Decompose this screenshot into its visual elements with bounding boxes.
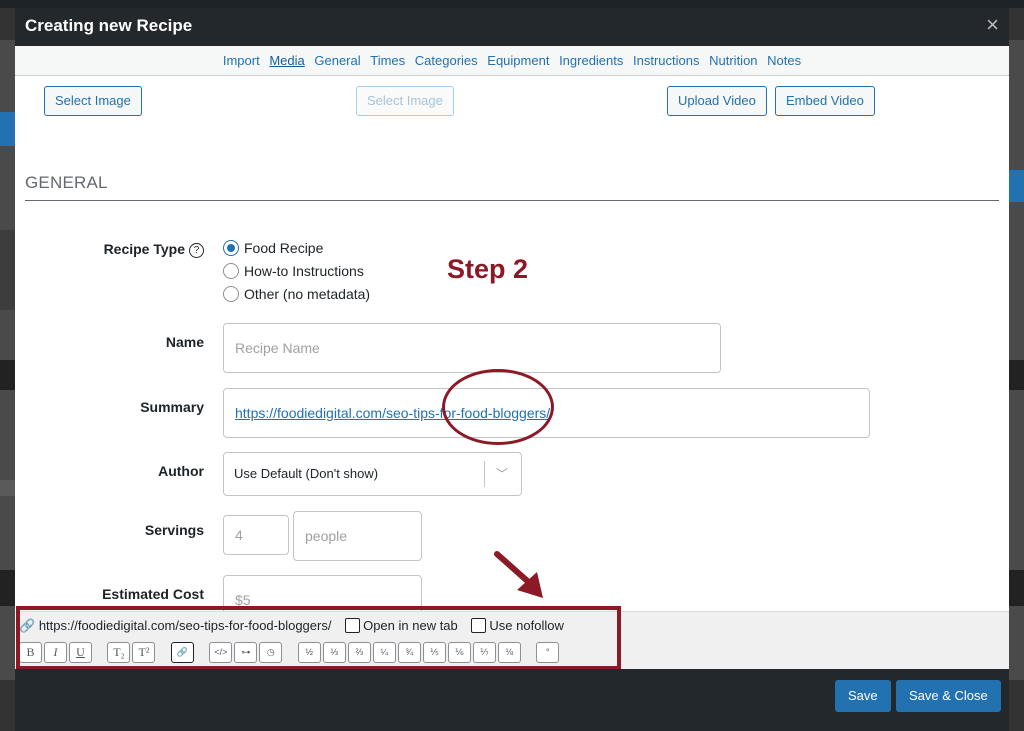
save-button[interactable]: Save [835, 680, 891, 712]
section-divider [25, 200, 999, 201]
select-image-button[interactable]: Select Image [44, 86, 142, 116]
recipe-type-label: Recipe Type? [24, 241, 204, 258]
modal-header: Creating new Recipe × [15, 8, 1009, 46]
close-icon[interactable]: × [986, 12, 999, 38]
tab-times[interactable]: Times [370, 53, 405, 68]
tab-instructions[interactable]: Instructions [633, 53, 699, 68]
tab-bar: Import Media General Times Categories Eq… [15, 46, 1009, 76]
step-annotation: Step 2 [447, 254, 529, 284]
tab-import[interactable]: Import [223, 53, 260, 68]
summary-label: Summary [140, 399, 204, 415]
name-label: Name [165, 334, 204, 350]
tab-categories[interactable]: Categories [415, 53, 478, 68]
save-close-button[interactable]: Save & Close [896, 680, 1001, 712]
servings-input[interactable]: 4 [223, 515, 289, 555]
radio-other[interactable]: Other (no metadata) [223, 286, 370, 302]
radio-button[interactable] [223, 240, 239, 256]
select-image-disabled-button: Select Image [356, 86, 454, 116]
admin-bar [0, 0, 1024, 8]
tab-equipment[interactable]: Equipment [487, 53, 549, 68]
highlight-circle-annotation [442, 369, 554, 445]
help-icon[interactable]: ? [189, 243, 204, 258]
radio-button[interactable] [223, 286, 239, 302]
author-label: Author [158, 463, 204, 479]
tab-nutrition[interactable]: Nutrition [709, 53, 757, 68]
arrow-annotation [494, 551, 543, 598]
toolbar-highlight-annotation [16, 606, 621, 670]
section-title-general: GENERAL [25, 173, 108, 192]
tab-notes[interactable]: Notes [767, 53, 801, 68]
recipe-modal: Creating new Recipe × Import Media Gener… [15, 8, 1009, 731]
modal-content: Select Image Select Image Upload Video E… [15, 76, 1009, 611]
modal-footer: Save Save & Close [15, 669, 1009, 731]
estimated-cost-label: Estimated Cost [102, 586, 204, 602]
recipe-name-input[interactable]: Recipe Name [223, 323, 721, 373]
chevron-down-icon: ﹀ [495, 467, 508, 481]
author-select[interactable]: Use Default (Don't show) ﹀ [223, 452, 522, 496]
tab-general[interactable]: General [314, 53, 360, 68]
embed-video-button[interactable]: Embed Video [775, 86, 875, 116]
tab-media[interactable]: Media [269, 53, 304, 68]
servings-label: Servings [144, 522, 204, 538]
servings-unit-input[interactable]: people [293, 511, 422, 561]
modal-title: Creating new Recipe [25, 16, 193, 35]
radio-button[interactable] [223, 263, 239, 279]
tab-ingredients[interactable]: Ingredients [559, 53, 623, 68]
upload-video-button[interactable]: Upload Video [667, 86, 767, 116]
background-left-edge [0, 40, 16, 680]
radio-how-to[interactable]: How-to Instructions [223, 263, 364, 279]
radio-food-recipe[interactable]: Food Recipe [223, 240, 323, 256]
